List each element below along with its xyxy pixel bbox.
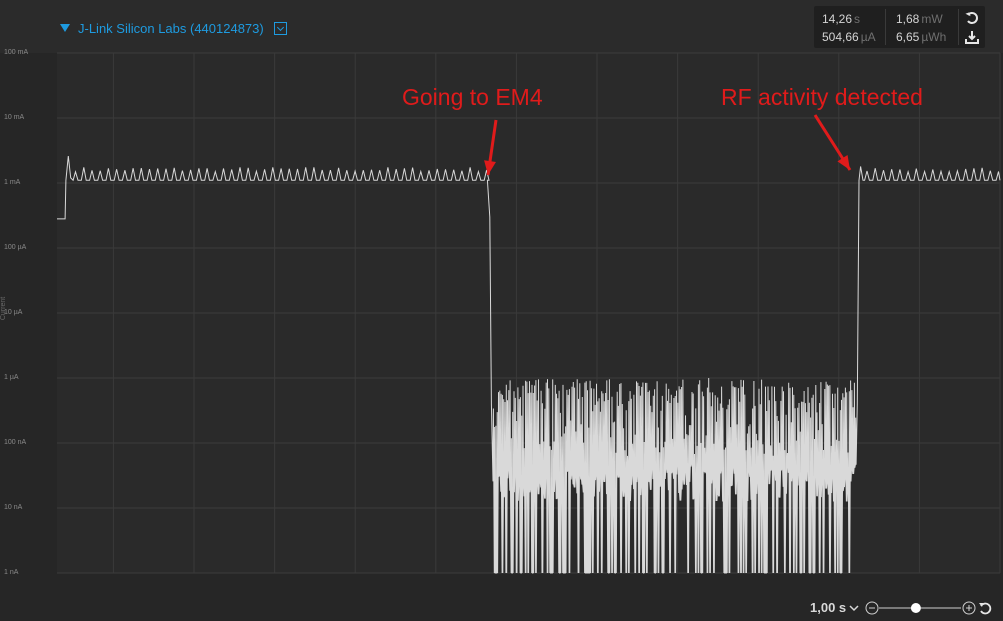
annotation-rf: RF activity detected <box>721 84 923 110</box>
y-tick-label: 10 mA <box>4 114 25 121</box>
y-tick-label: 1 mA <box>4 179 21 186</box>
time-window-selector[interactable]: 1,00 s <box>810 600 859 615</box>
arrow-em4 <box>484 119 498 176</box>
chevron-down-icon[interactable] <box>849 604 859 612</box>
minus-circle-icon[interactable] <box>865 601 879 615</box>
y-tick-label: 100 nA <box>4 439 27 446</box>
y-tick-label: 10 µA <box>4 309 23 316</box>
undo-icon[interactable] <box>979 602 992 615</box>
zoom-controls <box>865 601 992 615</box>
y-tick-label: 100 µA <box>4 244 27 251</box>
current-trace <box>57 155 1001 574</box>
power-profiler-window: J-Link Silicon Labs (440124873) 14,26 s 1… <box>0 0 1003 621</box>
arrow-rf <box>813 114 852 171</box>
zoom-slider-thumb[interactable] <box>910 603 921 613</box>
time-window-value: 1,00 s <box>810 600 847 615</box>
y-tick-label: 10 nA <box>4 504 23 511</box>
annotation-arrows <box>484 114 852 176</box>
plus-circle-icon[interactable] <box>962 601 976 615</box>
y-tick-label: 1 µA <box>4 374 19 381</box>
y-tick-label: 100 mA <box>4 49 29 56</box>
annotation-em4: Going to EM4 <box>402 84 543 110</box>
